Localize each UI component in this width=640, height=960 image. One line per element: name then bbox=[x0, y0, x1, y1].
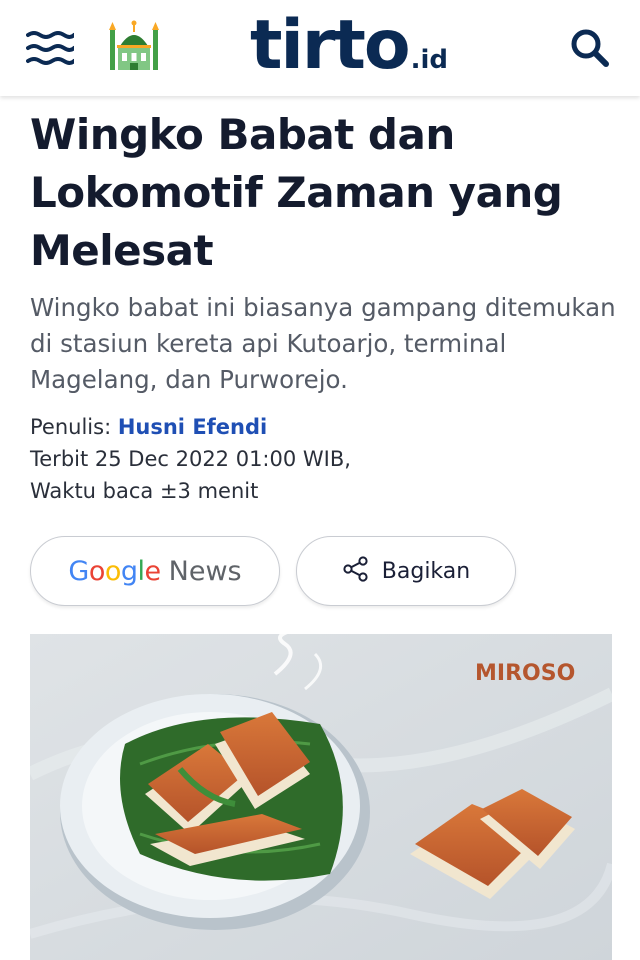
share-label: Bagikan bbox=[381, 558, 471, 584]
author-label: Penulis: bbox=[30, 415, 112, 439]
article-subtitle: Wingko babat ini biasanya gampang ditemu… bbox=[30, 293, 616, 394]
author-line: Penulis: Husni Efendi bbox=[30, 412, 620, 442]
google-news-label: News bbox=[168, 555, 242, 587]
share-icon bbox=[342, 555, 370, 587]
hamburger-menu-icon[interactable] bbox=[26, 28, 76, 68]
publish-date: Terbit 25 Dec 2022 01:00 WIB, bbox=[30, 447, 351, 471]
author-link[interactable]: Husni Efendi bbox=[118, 415, 267, 439]
google-wordmark: Google bbox=[68, 555, 161, 587]
article-hero-image: MIROSO bbox=[30, 634, 612, 960]
logo-wordmark: tirto bbox=[250, 6, 411, 85]
tirto-logo[interactable]: tirto .id bbox=[250, 6, 448, 86]
mosque-icon[interactable] bbox=[108, 18, 160, 74]
search-icon[interactable] bbox=[566, 24, 614, 72]
share-button[interactable]: Bagikan bbox=[296, 536, 516, 606]
read-time: Waktu baca ±3 menit bbox=[30, 479, 259, 503]
miroso-watermark: MIROSO bbox=[475, 661, 575, 686]
top-bar: tirto .id bbox=[0, 0, 640, 96]
google-news-button[interactable]: Google News bbox=[30, 536, 280, 606]
logo-suffix: .id bbox=[410, 45, 448, 75]
article-title: Wingko Babat dan Lokomotif Zaman yang Me… bbox=[30, 110, 563, 275]
